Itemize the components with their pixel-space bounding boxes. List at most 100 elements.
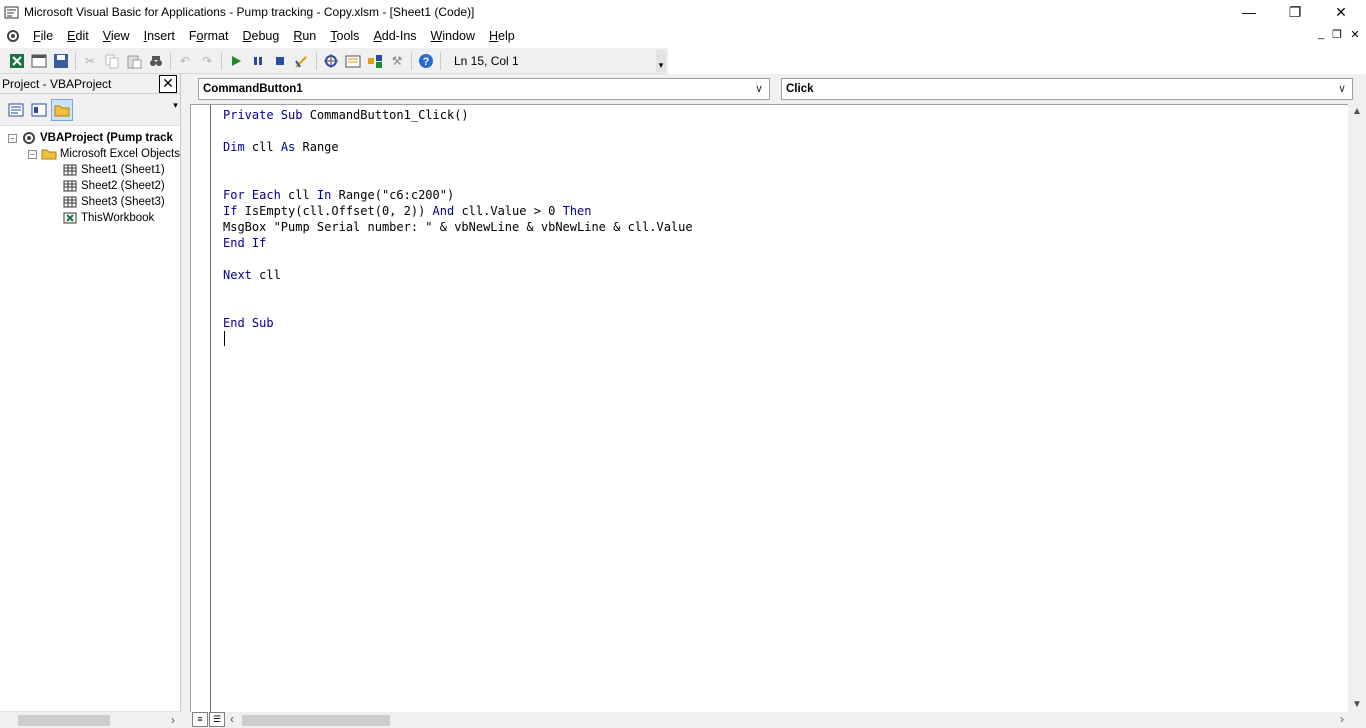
worksheet-icon <box>62 195 78 209</box>
project-pane-scroll-arrow-icon[interactable]: ▾ <box>170 100 181 120</box>
code-line[interactable]: Next cll <box>223 267 693 283</box>
scroll-thumb[interactable] <box>18 715 110 726</box>
workbook-icon <box>62 211 78 225</box>
code-token: Range <box>295 140 339 154</box>
project-explorer-toolbar <box>0 94 180 126</box>
object-combo[interactable]: CommandButton1 ∨ <box>198 78 770 100</box>
chevron-down-icon[interactable]: ∨ <box>755 79 763 99</box>
code-keyword: In <box>316 188 332 202</box>
procedure-combo[interactable]: Click ∨ <box>781 78 1353 100</box>
folder-icon <box>41 147 57 161</box>
run-icon[interactable] <box>225 50 247 72</box>
minimize-button[interactable]: — <box>1226 0 1272 24</box>
restore-button[interactable]: ❐ <box>1272 0 1318 24</box>
code-hscrollbar[interactable]: ≡ ☰ ‹ › <box>190 712 1366 728</box>
toolbar-overflow-icon[interactable]: ▾ <box>656 50 666 72</box>
menu-add-ins[interactable]: Add-Ins <box>366 25 423 47</box>
scroll-down-icon[interactable]: ▼ <box>1352 699 1362 710</box>
toolbox-icon[interactable]: ⚒ <box>386 50 408 72</box>
project-explorer-close-button[interactable]: ✕ <box>159 74 177 93</box>
save-icon[interactable] <box>50 50 72 72</box>
copy-icon[interactable] <box>101 50 123 72</box>
procedure-view-icon[interactable]: ≡ <box>192 712 208 727</box>
tree-label-folder: Microsoft Excel Objects <box>59 148 180 160</box>
margin-indicator-bar[interactable] <box>191 105 211 712</box>
scroll-thumb[interactable] <box>242 715 390 726</box>
help-icon[interactable]: ? <box>415 50 437 72</box>
code-token: Range("c6:c200") <box>331 188 455 202</box>
paste-icon[interactable] <box>123 50 145 72</box>
menu-file[interactable]: File <box>26 25 60 47</box>
redo-icon[interactable]: ↷ <box>196 50 218 72</box>
cut-icon[interactable]: ✂ <box>79 50 101 72</box>
tree-node-project[interactable]: − VBAProject (Pump track <box>0 130 180 146</box>
code-line[interactable]: Private Sub CommandButton1_Click() <box>223 107 693 123</box>
view-object-icon[interactable] <box>28 99 50 121</box>
tree-node-item[interactable]: Sheet2 (Sheet2) <box>0 178 180 194</box>
code-vscrollbar[interactable]: ▲ ▼ <box>1348 104 1366 712</box>
code-editor[interactable]: Private Sub CommandButton1_Click() Dim cl… <box>190 104 1348 712</box>
menu-help[interactable]: Help <box>482 25 522 47</box>
code-line[interactable] <box>223 283 693 299</box>
tree-item-label: ThisWorkbook <box>81 212 155 224</box>
code-line[interactable]: Dim cll As Range <box>223 139 693 155</box>
code-keyword: And <box>432 204 455 218</box>
scroll-up-icon[interactable]: ▲ <box>1352 106 1362 117</box>
chevron-down-icon[interactable]: ∨ <box>1338 79 1346 99</box>
code-line[interactable]: MsgBox "Pump Serial number: " & vbNewLin… <box>223 219 693 235</box>
break-icon[interactable] <box>247 50 269 72</box>
close-button[interactable]: ✕ <box>1318 0 1364 24</box>
collapse-icon[interactable]: − <box>8 133 17 143</box>
project-pane-hscrollbar[interactable]: › <box>0 711 181 728</box>
code-line[interactable] <box>223 123 693 139</box>
code-line[interactable]: If IsEmpty(cll.Offset(0, 2)) And cll.Val… <box>223 203 693 219</box>
code-text[interactable]: Private Sub CommandButton1_Click() Dim cl… <box>223 107 693 331</box>
menu-bar: File Edit View Insert Format Debug Run Tools Add… <box>0 24 1366 48</box>
menu-tools[interactable]: Tools <box>323 25 366 47</box>
menu-edit[interactable]: Edit <box>60 25 96 47</box>
collapse-icon[interactable]: − <box>28 149 37 159</box>
code-line[interactable] <box>223 251 693 267</box>
tree-node-excel-objects[interactable]: − Microsoft Excel Objects <box>0 146 180 162</box>
view-code-icon[interactable] <box>5 99 27 121</box>
menu-view[interactable]: View <box>96 25 137 47</box>
menu-window[interactable]: Window <box>424 25 482 47</box>
excel-icon[interactable] <box>6 50 28 72</box>
code-line[interactable] <box>223 171 693 187</box>
menu-format[interactable]: Format <box>182 25 236 47</box>
code-line[interactable]: End Sub <box>223 315 693 331</box>
find-icon[interactable] <box>145 50 167 72</box>
scroll-right-icon[interactable]: › <box>1340 712 1344 726</box>
code-line[interactable] <box>223 299 693 315</box>
insert-userform-icon[interactable] <box>28 50 50 72</box>
title-bar: Microsoft Visual Basic for Applications … <box>0 0 1366 24</box>
full-module-view-icon[interactable]: ☰ <box>209 712 225 727</box>
menu-insert[interactable]: Insert <box>137 25 182 47</box>
project-explorer-icon[interactable] <box>320 50 342 72</box>
menu-run[interactable]: Run <box>286 25 323 47</box>
undo-icon[interactable]: ↶ <box>174 50 196 72</box>
code-line[interactable] <box>223 155 693 171</box>
toggle-folders-icon[interactable] <box>51 98 73 121</box>
code-line[interactable]: For Each cll In Range("c6:c200") <box>223 187 693 203</box>
scroll-right-icon[interactable]: › <box>171 713 175 727</box>
properties-icon[interactable] <box>342 50 364 72</box>
code-window: CommandButton1 ∨ Click ∨ Private Sub Com… <box>188 74 1366 728</box>
object-browser-icon[interactable] <box>364 50 386 72</box>
svg-text:?: ? <box>423 56 430 68</box>
menu-debug[interactable]: Debug <box>235 25 286 47</box>
vbaproject-icon <box>21 131 37 145</box>
vba-system-menu-icon[interactable] <box>0 28 26 44</box>
tree-node-item[interactable]: Sheet1 (Sheet1) <box>0 162 180 178</box>
scroll-left-icon[interactable]: ‹ <box>230 712 234 726</box>
pane-splitter[interactable] <box>181 74 188 728</box>
code-line[interactable]: End If <box>223 235 693 251</box>
code-keyword: End Sub <box>223 316 274 330</box>
tree-node-item[interactable]: ThisWorkbook <box>0 210 180 226</box>
reset-icon[interactable] <box>269 50 291 72</box>
mdi-close-button[interactable]: ✕ <box>1346 28 1364 41</box>
mdi-restore-button[interactable]: ❐ <box>1328 28 1346 41</box>
design-mode-icon[interactable] <box>291 50 313 72</box>
tree-node-item[interactable]: Sheet3 (Sheet3) <box>0 194 180 210</box>
window-title: Microsoft Visual Basic for Applications … <box>24 5 475 19</box>
